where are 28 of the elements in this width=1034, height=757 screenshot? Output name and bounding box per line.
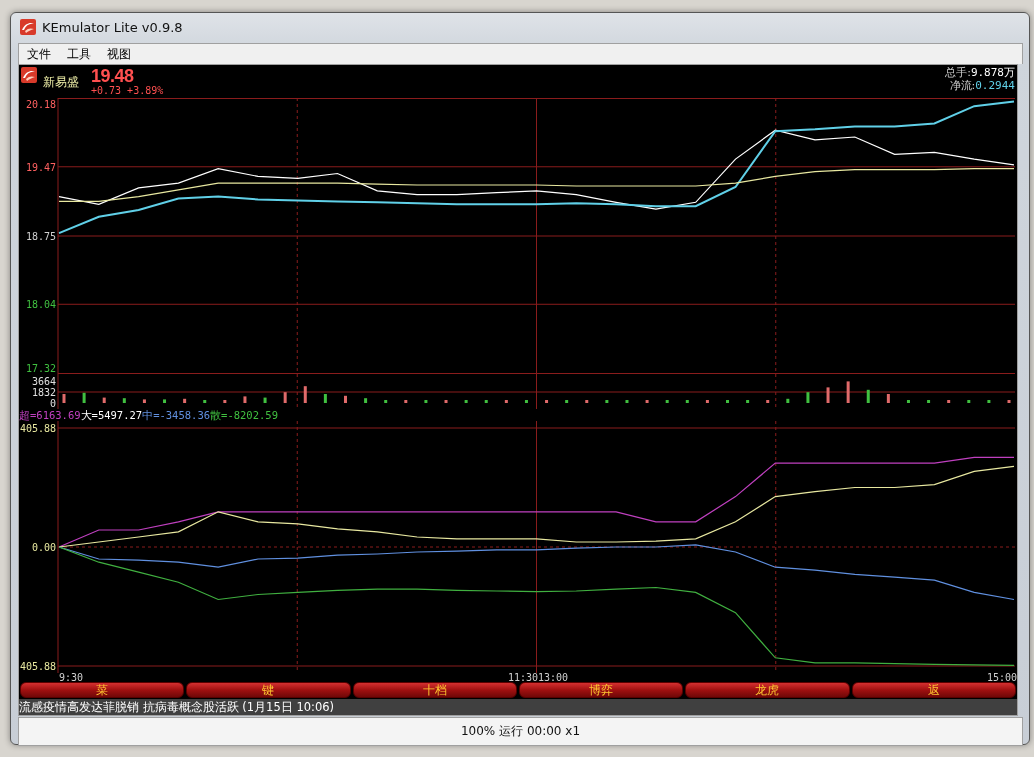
legend-item: 中=-3458.36: [142, 409, 211, 421]
axis-label: 1832: [31, 387, 56, 398]
price-change: +0.73 +3.89%: [91, 85, 164, 96]
time-label: 11:30: [507, 673, 538, 682]
axis-label: 18.04: [25, 299, 56, 311]
axis-label: 405.88: [19, 423, 56, 434]
stock-name: 新易盛: [43, 74, 79, 91]
axis-label: 405.88: [19, 661, 56, 672]
legend-item: 散=-8202.59: [210, 409, 278, 421]
axis-label: 3664: [31, 376, 56, 387]
status-bar: 100% 运行 00:00 x1: [18, 717, 1023, 746]
stat-label: 净流:: [949, 79, 976, 92]
axis-label: 17.32: [25, 363, 56, 374]
axis-label: 19.47: [25, 161, 56, 173]
time-label: 15:00: [985, 673, 1017, 682]
axis-label: 20.18: [25, 99, 56, 110]
time-label: 13:00: [538, 673, 569, 682]
axis-label: 0: [49, 398, 56, 409]
time-label: 9:30: [59, 673, 85, 682]
axis-label: 18.75: [25, 231, 56, 242]
window-title: KEmulator Lite v0.9.8: [42, 19, 183, 35]
stat-label: 总手:: [945, 66, 971, 79]
legend-item: 大=5497.27: [80, 409, 143, 421]
stock-price: 19.48: [91, 67, 135, 85]
axis-label: 0.00: [31, 542, 56, 553]
stat-value: 9.878万: [970, 66, 1015, 79]
legend-item: 超=6163.69: [19, 409, 81, 421]
stat-value: 0.2944: [975, 79, 1015, 92]
